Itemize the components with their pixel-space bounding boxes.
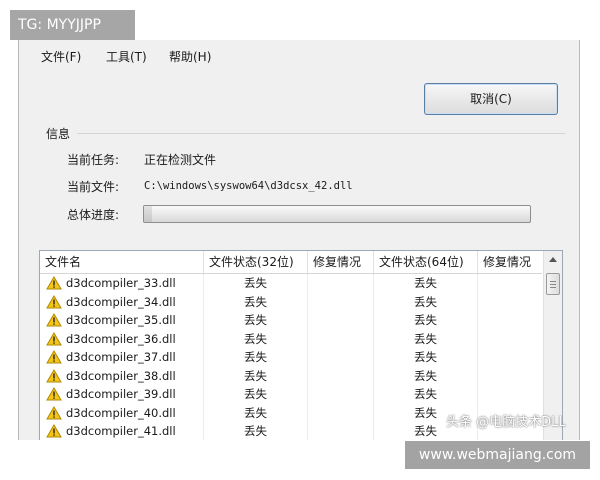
cell-status-32: 丢失 [204, 348, 308, 367]
filename-text: d3dcompiler_41.dll [66, 424, 176, 438]
watermark-telegram: TG: MYYJJPP [10, 10, 135, 40]
cell-status-64: 丢失 [374, 329, 478, 348]
col-header-repair-32[interactable]: 修复情况 [308, 251, 374, 273]
scroll-up-arrow-icon[interactable] [549, 257, 557, 262]
cell-repair-32 [308, 329, 374, 348]
cell-repair-64 [478, 385, 542, 404]
cell-status-32: 丢失 [204, 274, 308, 293]
cell-status-32: 丢失 [204, 292, 308, 311]
table-row[interactable]: d3dcompiler_34.dll 丢失 丢失 [40, 292, 542, 312]
cancel-button[interactable]: 取消(C) [424, 83, 558, 115]
watermark-tech: 头条 @电脑技术DLL [446, 415, 566, 430]
warning-triangle-icon [46, 294, 62, 308]
cell-status-64: 丢失 [374, 366, 478, 385]
table-row[interactable]: d3dcompiler_38.dll 丢失 丢失 [40, 366, 542, 386]
cell-repair-32 [308, 311, 374, 330]
repair-tool-window: 文件(F) 工具(T) 帮助(H) 取消(C) 信息 当前任务: 正在检测文件 … [18, 40, 580, 440]
cell-status-64: 丢失 [374, 348, 478, 367]
filename-text: d3dcompiler_38.dll [66, 368, 176, 383]
warning-triangle-icon [46, 387, 62, 401]
watermark-site: www.webmajiang.com [405, 441, 590, 469]
info-group-divider [77, 133, 565, 134]
cell-status-64: 丢失 [374, 385, 478, 404]
cell-filename: d3dcompiler_41.dll [40, 422, 204, 440]
cell-repair-32 [308, 348, 374, 367]
overall-progress-bar [143, 205, 531, 223]
cell-repair-32 [308, 422, 374, 440]
cell-filename: d3dcompiler_38.dll [40, 366, 204, 385]
cell-repair-64 [478, 348, 542, 367]
warning-triangle-icon [46, 405, 62, 419]
cell-status-64: 丢失 [374, 274, 478, 293]
cell-filename: d3dcompiler_33.dll [40, 274, 204, 293]
cell-repair-64 [478, 274, 542, 293]
cell-filename: d3dcompiler_37.dll [40, 348, 204, 367]
col-header-status-32[interactable]: 文件状态(32位) [204, 251, 308, 273]
cell-repair-32 [308, 366, 374, 385]
filename-text: d3dcompiler_36.dll [66, 331, 176, 346]
col-header-filename[interactable]: 文件名 [40, 251, 204, 273]
cell-filename: d3dcompiler_40.dll [40, 403, 204, 422]
warning-triangle-icon [46, 331, 62, 345]
cell-filename: d3dcompiler_36.dll [40, 329, 204, 348]
warning-triangle-icon [46, 276, 62, 290]
cell-filename: d3dcompiler_34.dll [40, 292, 204, 311]
menu-help[interactable]: 帮助(H) [169, 48, 211, 65]
current-file-label: 当前文件: [67, 180, 120, 194]
filename-text: d3dcompiler_33.dll [66, 276, 176, 290]
cell-repair-64 [478, 311, 542, 330]
table-row[interactable]: d3dcompiler_33.dll 丢失 丢失 [40, 274, 542, 293]
menu-file[interactable]: 文件(F) [41, 48, 81, 65]
cell-repair-32 [308, 292, 374, 311]
table-row[interactable]: d3dcompiler_39.dll 丢失 丢失 [40, 385, 542, 404]
progress-label: 总体进度: [67, 208, 120, 222]
warning-triangle-icon [46, 368, 62, 382]
scroll-thumb[interactable] [546, 273, 560, 295]
current-task-value: 正在检测文件 [144, 153, 217, 167]
menu-bar: 文件(F) 工具(T) 帮助(H) [19, 40, 579, 70]
cell-status-32: 丢失 [204, 366, 308, 385]
table-row[interactable]: d3dcompiler_37.dll 丢失 丢失 [40, 348, 542, 367]
info-group-title: 信息 [46, 127, 71, 141]
col-header-status-64[interactable]: 文件状态(64位) [374, 251, 478, 273]
cell-filename: d3dcompiler_35.dll [40, 311, 204, 330]
table-row[interactable]: d3dcompiler_36.dll 丢失 丢失 [40, 329, 542, 349]
table-row[interactable]: d3dcompiler_35.dll 丢失 丢失 [40, 311, 542, 330]
cell-repair-64 [478, 367, 542, 386]
filename-text: d3dcompiler_40.dll [66, 405, 176, 420]
menu-tools[interactable]: 工具(T) [106, 48, 147, 65]
warning-triangle-icon [46, 424, 62, 438]
cell-status-32: 丢失 [204, 311, 308, 330]
filename-text: d3dcompiler_39.dll [66, 387, 176, 401]
cell-repair-32 [308, 274, 374, 293]
cell-status-32: 丢失 [204, 329, 308, 348]
filename-text: d3dcompiler_34.dll [66, 294, 176, 309]
cell-repair-32 [308, 385, 374, 404]
cell-status-64: 丢失 [374, 311, 478, 330]
cell-status-32: 丢失 [204, 385, 308, 404]
progress-fill [144, 206, 152, 222]
warning-triangle-icon [46, 313, 62, 327]
col-header-repair-64[interactable]: 修复情况 [478, 251, 542, 273]
cell-repair-64 [478, 293, 542, 312]
cell-status-64: 丢失 [374, 292, 478, 311]
current-file-value: C:\windows\syswow64\d3dcsx_42.dll [144, 180, 353, 192]
cell-repair-64 [478, 330, 542, 349]
cell-status-32: 丢失 [204, 422, 308, 440]
filename-text: d3dcompiler_35.dll [66, 313, 176, 327]
filename-text: d3dcompiler_37.dll [66, 350, 176, 364]
table-header: 文件名 文件状态(32位) 修复情况 文件状态(64位) 修复情况 [40, 251, 542, 274]
current-task-label: 当前任务: [67, 153, 120, 167]
cell-filename: d3dcompiler_39.dll [40, 385, 204, 404]
cell-status-32: 丢失 [204, 403, 308, 422]
warning-triangle-icon [46, 350, 62, 364]
cell-repair-32 [308, 403, 374, 422]
